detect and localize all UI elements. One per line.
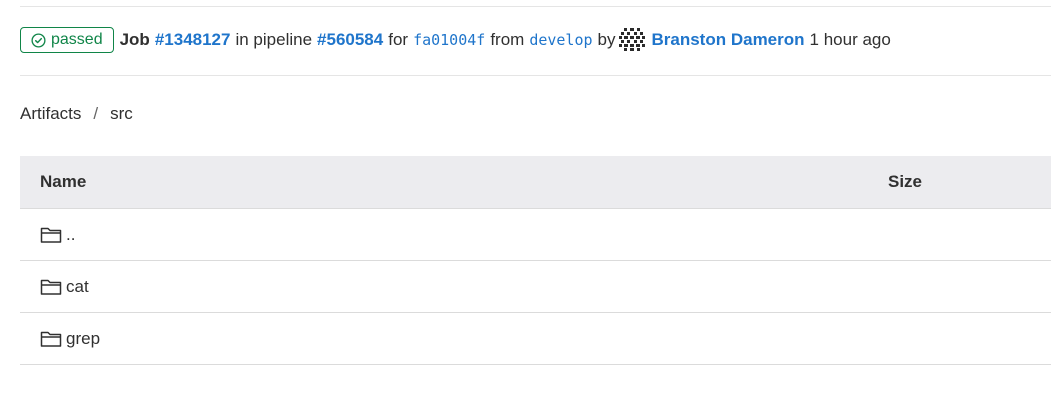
row-name-cell[interactable]: .. <box>40 225 75 245</box>
breadcrumb-separator: / <box>93 104 99 123</box>
column-size-header: Size <box>888 172 923 191</box>
check-circle-icon <box>31 32 46 48</box>
row-name[interactable]: cat <box>66 277 89 297</box>
folder-icon <box>40 227 62 243</box>
identicon-icon <box>617 26 646 54</box>
author-link[interactable]: Branston Dameron <box>652 30 805 50</box>
table-row[interactable]: .. <box>20 209 1051 261</box>
table-row[interactable]: grep <box>20 313 1051 365</box>
row-name-cell[interactable]: grep <box>40 329 100 349</box>
by-text: by <box>597 30 616 49</box>
for-text: for <box>388 30 409 49</box>
status-label: passed <box>51 31 103 48</box>
pipeline-link[interactable]: #560584 <box>317 30 383 50</box>
avatar[interactable] <box>617 26 646 54</box>
folder-icon <box>40 331 62 347</box>
row-name-cell[interactable]: cat <box>40 277 89 297</box>
row-name[interactable]: .. <box>66 225 75 245</box>
job-header: passed Job #1348127 in pipeline #560584 … <box>20 24 891 56</box>
job-label: Job <box>119 30 150 49</box>
breadcrumb: Artifacts / src <box>20 104 133 124</box>
branch-link[interactable]: develop <box>529 31 592 49</box>
column-name-header: Name <box>40 172 87 191</box>
header-divider <box>20 75 1051 76</box>
breadcrumb-current: src <box>110 104 133 123</box>
folder-icon <box>40 279 62 295</box>
commit-link[interactable]: fa01004f <box>413 31 485 49</box>
top-divider <box>20 6 1051 7</box>
timestamp: 1 hour ago <box>809 30 891 49</box>
table-header: Name Size <box>20 156 1051 209</box>
artifacts-table: Name Size .. cat grep <box>20 156 1051 365</box>
job-link[interactable]: #1348127 <box>155 30 231 50</box>
status-badge[interactable]: passed <box>20 27 114 53</box>
breadcrumb-artifacts[interactable]: Artifacts <box>20 104 81 124</box>
row-name[interactable]: grep <box>66 329 100 349</box>
in-pipeline-text: in pipeline <box>235 30 313 49</box>
table-row[interactable]: cat <box>20 261 1051 313</box>
from-text: from <box>490 30 525 49</box>
